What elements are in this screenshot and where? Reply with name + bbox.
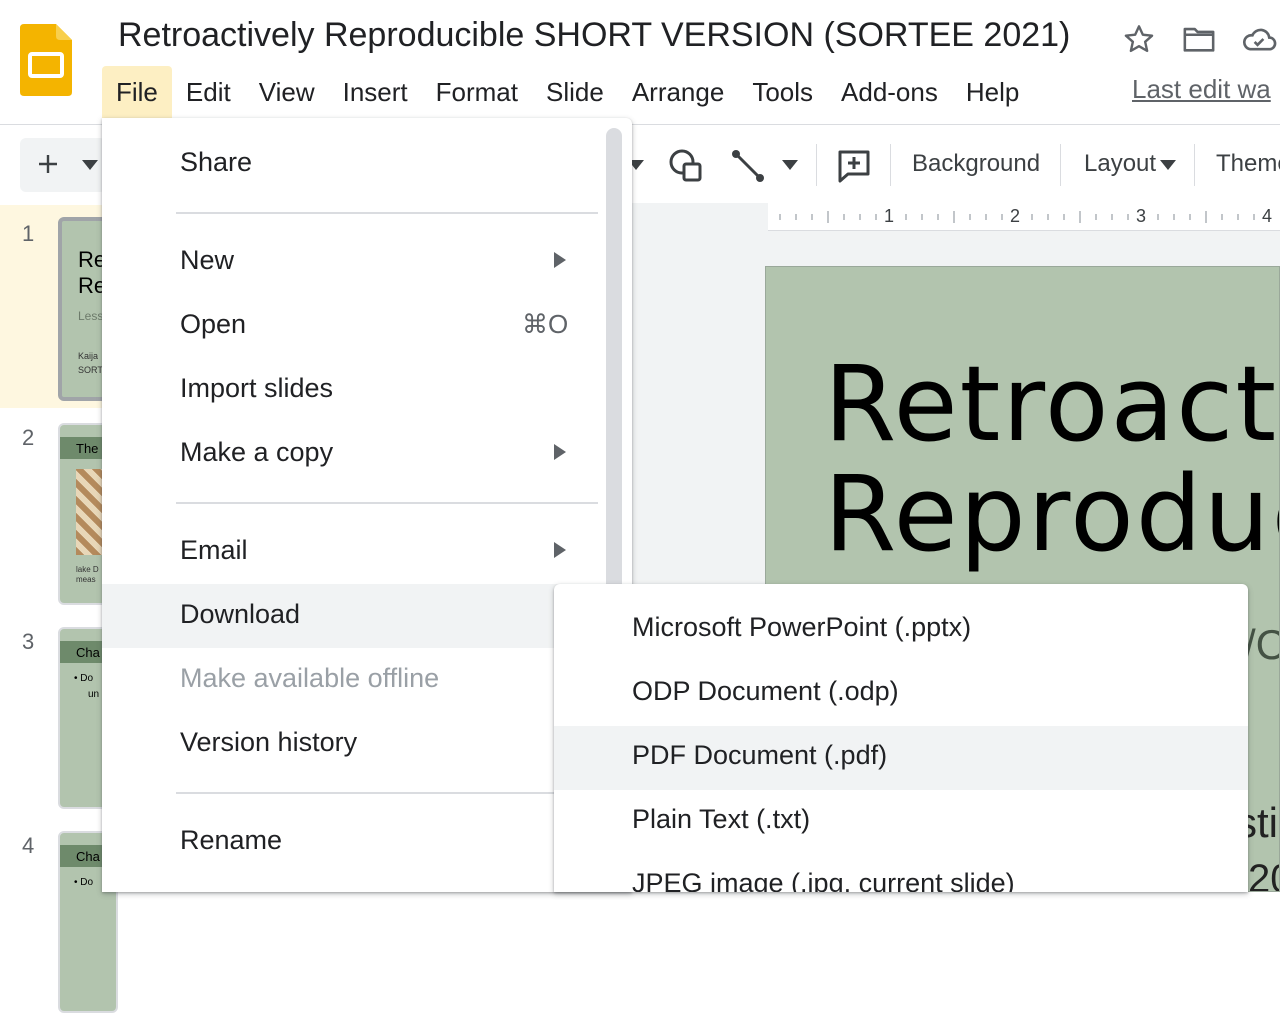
- menu-item-rename[interactable]: Rename: [102, 810, 622, 874]
- menu-divider: [176, 212, 598, 214]
- theme-button[interactable]: Theme: [1216, 150, 1280, 178]
- thumb-text: Kaija: [78, 351, 99, 361]
- slide-text-fragment: 20: [1248, 857, 1279, 892]
- menu-item-share[interactable]: Share: [102, 132, 622, 196]
- menu-item-download[interactable]: Download: [102, 584, 622, 648]
- thumb-text: un: [88, 689, 100, 700]
- shape-icon[interactable]: [666, 146, 706, 186]
- chevron-down-icon: [82, 160, 98, 170]
- menu-item-label: Email: [180, 535, 248, 565]
- slide-number: 3: [22, 629, 35, 654]
- menu-item-label: PDF Document (.pdf): [632, 740, 888, 770]
- slides-logo-icon[interactable]: [20, 24, 72, 96]
- thumb-text: Less: [78, 309, 104, 323]
- thumb-text: lake D: [76, 565, 99, 574]
- menu-help[interactable]: Help: [952, 66, 1033, 118]
- comment-icon[interactable]: [836, 148, 872, 184]
- menu-edit[interactable]: Edit: [172, 66, 245, 118]
- menu-arrange[interactable]: Arrange: [618, 66, 739, 118]
- thumb-text: • Do: [74, 673, 94, 684]
- submenu-arrow-icon: [554, 542, 566, 558]
- menu-item-version-history[interactable]: Version history: [102, 712, 622, 776]
- menu-item-label: Rename: [180, 825, 283, 855]
- shortcut-label: ⌘O: [522, 309, 569, 339]
- menu-item-label: Make available offline: [180, 663, 440, 693]
- menu-slide[interactable]: Slide: [532, 66, 618, 118]
- menu-bar: File Edit View Insert Format Slide Arran…: [102, 66, 1033, 118]
- menu-addons[interactable]: Add-ons: [827, 66, 952, 118]
- download-txt[interactable]: Plain Text (.txt): [554, 790, 1248, 854]
- menu-item-label: Version history: [180, 727, 358, 757]
- layout-button[interactable]: Layout: [1084, 150, 1156, 178]
- plus-icon: [39, 155, 57, 173]
- menu-item-label: New: [180, 245, 235, 275]
- menu-item-label: Download: [180, 599, 301, 629]
- cloud-icon[interactable]: [1240, 20, 1278, 58]
- menu-item-make-available-offline: Make available offline: [102, 648, 622, 712]
- menu-item-label: Import slides: [180, 373, 334, 403]
- download-submenu: Microsoft PowerPoint (.pptx) ODP Documen…: [554, 584, 1248, 892]
- ruler-mark: 1: [884, 206, 895, 226]
- document-title[interactable]: Retroactively Reproducible SHORT VERSION…: [118, 16, 1070, 55]
- ruler-mark: 4: [1262, 206, 1273, 226]
- slide-number: 1: [22, 221, 35, 246]
- ruler-ticks: [779, 211, 1255, 223]
- toolbar-divider: [1194, 144, 1195, 186]
- thumb-text: meas: [76, 575, 96, 584]
- menu-item-label: Open: [180, 309, 247, 339]
- menu-item-open[interactable]: Open ⌘O: [102, 294, 622, 358]
- submenu-arrow-icon: [554, 252, 566, 268]
- toolbar-divider: [816, 144, 817, 186]
- menu-insert[interactable]: Insert: [329, 66, 422, 118]
- thumb-text: Cha: [76, 645, 100, 660]
- toolbar-divider: [1060, 144, 1061, 186]
- menu-item-label: JPEG image (.jpg, current slide): [632, 868, 1015, 892]
- menu-item-make-copy[interactable]: Make a copy: [102, 422, 622, 486]
- menu-item-label: Make a copy: [180, 437, 334, 467]
- horizontal-ruler[interactable]: 1 2 3 4: [768, 203, 1280, 231]
- download-odp[interactable]: ODP Document (.odp): [554, 662, 1248, 726]
- slide-number: 2: [22, 425, 35, 450]
- menu-divider: [176, 792, 598, 794]
- download-jpeg[interactable]: JPEG image (.jpg, current slide): [554, 854, 1248, 892]
- menu-item-email[interactable]: Email: [102, 520, 622, 584]
- menu-item-import-slides[interactable]: Import slides: [102, 358, 622, 422]
- menu-format[interactable]: Format: [422, 66, 532, 118]
- ruler-mark: 3: [1136, 206, 1147, 226]
- menu-tools[interactable]: Tools: [738, 66, 827, 118]
- ruler-mark: 2: [1010, 206, 1021, 226]
- slide-number: 4: [22, 833, 35, 858]
- menu-item-label: ODP Document (.odp): [632, 676, 899, 706]
- thumb-text: Cha: [76, 849, 100, 864]
- thumb-text: • Do: [74, 877, 94, 888]
- background-button[interactable]: Background: [912, 150, 1040, 178]
- toolbar-divider: [890, 144, 891, 186]
- thumb-text: The: [76, 441, 99, 456]
- chevron-down-icon: [1160, 160, 1176, 170]
- menu-item-label: Share: [180, 147, 253, 177]
- star-icon[interactable]: [1120, 20, 1158, 58]
- menu-file[interactable]: File: [102, 66, 172, 118]
- submenu-arrow-icon: [554, 444, 566, 460]
- line-icon[interactable]: [728, 146, 768, 186]
- menu-view[interactable]: View: [245, 66, 329, 118]
- last-edit-link[interactable]: Last edit wa: [1132, 74, 1271, 105]
- menu-item-label: Microsoft PowerPoint (.pptx): [632, 612, 972, 642]
- slide-filmstrip: 1 Re Re Less Kaija SORT 2 The lake D mea…: [0, 205, 118, 1013]
- download-pptx[interactable]: Microsoft PowerPoint (.pptx): [554, 598, 1248, 662]
- thumb-text: SORT: [78, 365, 103, 375]
- folder-icon[interactable]: [1180, 20, 1218, 58]
- menu-divider: [176, 502, 598, 504]
- slide-text-fragment: /C: [1244, 621, 1279, 668]
- header: Retroactively Reproducible SHORT VERSION…: [0, 0, 1280, 125]
- download-pdf[interactable]: PDF Document (.pdf): [554, 726, 1248, 790]
- menu-item-new[interactable]: New: [102, 230, 622, 294]
- chevron-down-icon[interactable]: [782, 160, 798, 170]
- menu-item-label: Plain Text (.txt): [632, 804, 811, 834]
- file-menu: Share New Open ⌘O Import slides Make a c…: [102, 118, 632, 892]
- slide-title[interactable]: Retroactiv Reproduc: [824, 349, 1279, 569]
- new-slide-button[interactable]: [20, 138, 106, 192]
